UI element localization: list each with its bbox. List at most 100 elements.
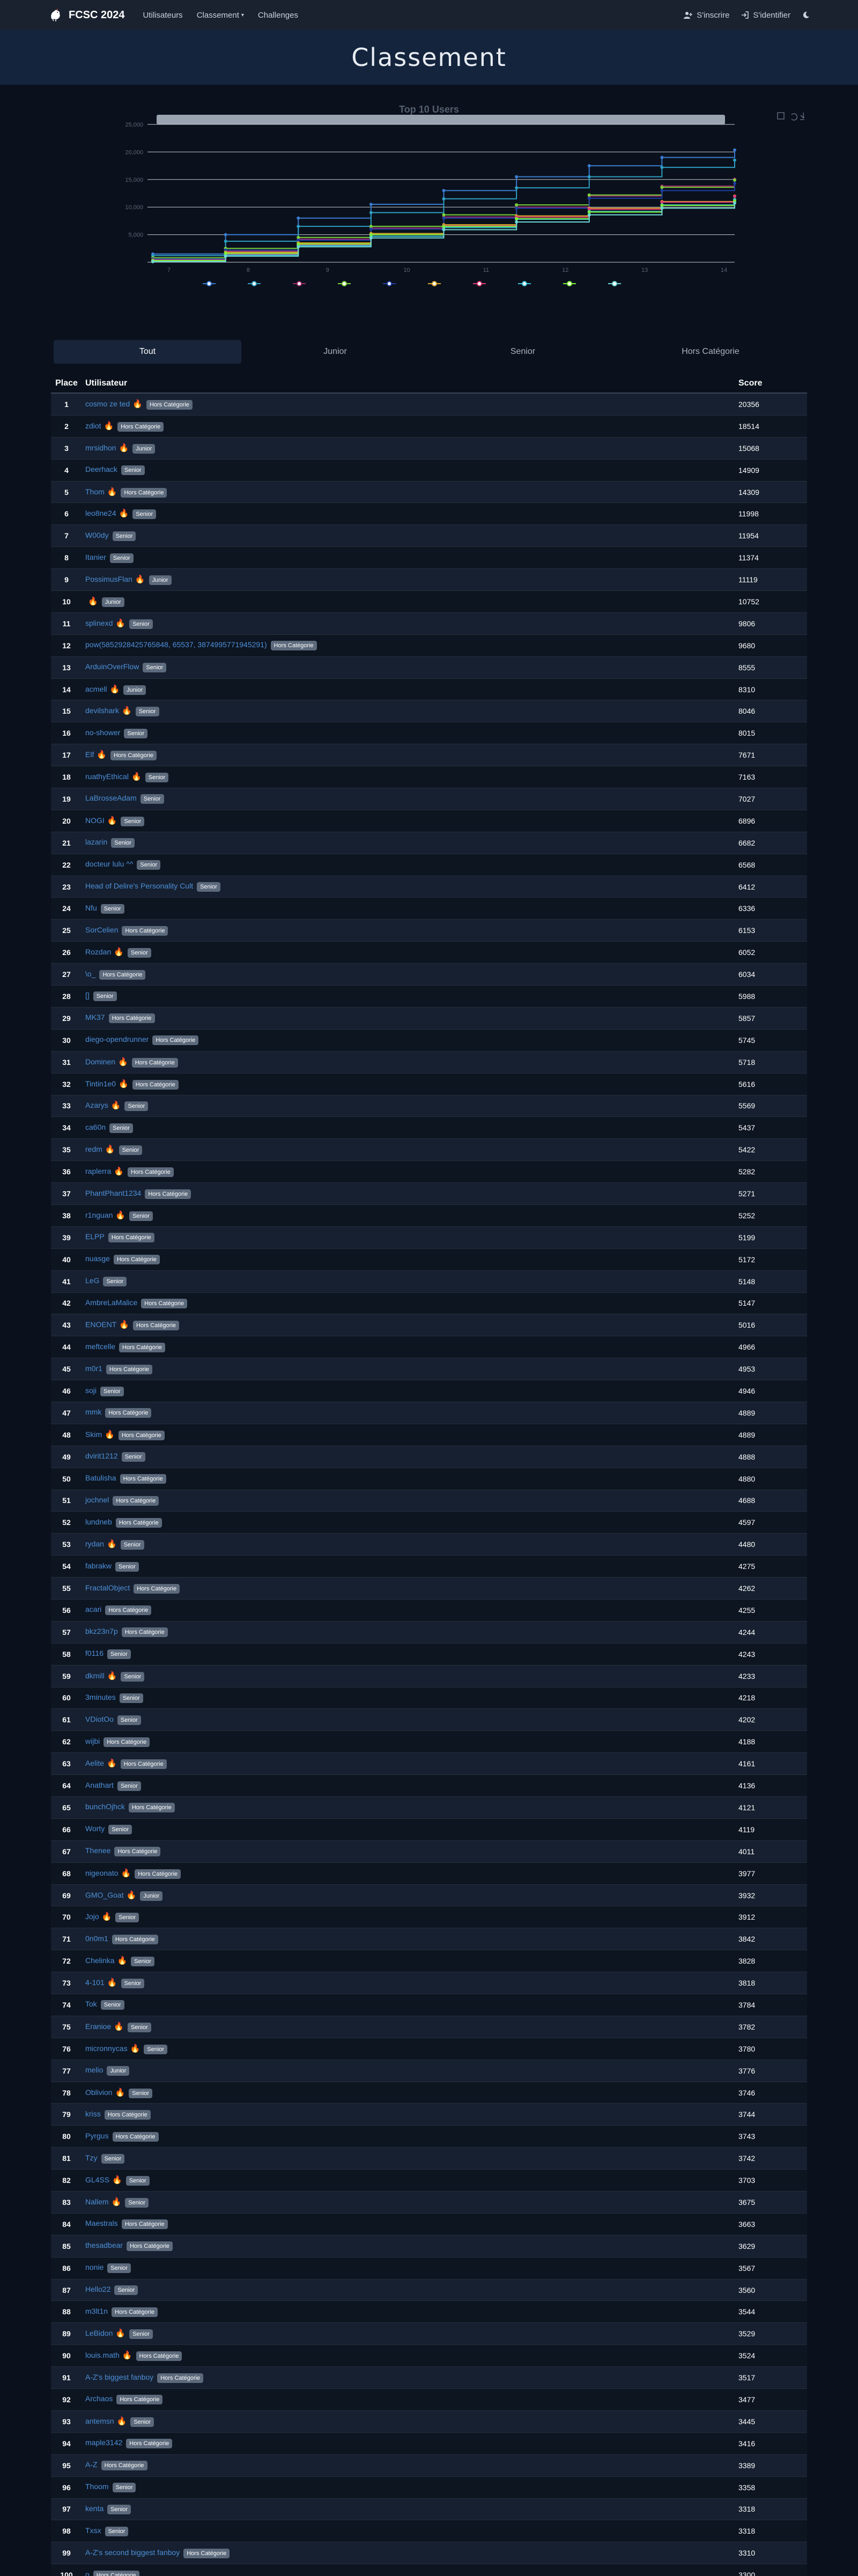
user-link[interactable]: micronnycas	[85, 2044, 128, 2053]
nav-challenges-link[interactable]: Challenges	[258, 11, 298, 20]
data-point[interactable]	[587, 213, 591, 217]
data-point[interactable]	[297, 225, 300, 228]
data-point[interactable]	[660, 186, 664, 189]
user-link[interactable]: Nfu	[85, 904, 97, 912]
user-link[interactable]: antemsn	[85, 2417, 114, 2425]
user-link[interactable]: ELPP	[85, 1232, 105, 1241]
user-link[interactable]: no-shower	[85, 728, 120, 737]
user-link[interactable]: ENOENT	[85, 1320, 116, 1329]
user-link[interactable]: 3minutes	[85, 1693, 116, 1701]
user-link[interactable]: maple3142	[85, 2438, 122, 2447]
data-point[interactable]	[515, 203, 519, 207]
user-link[interactable]: Deerhack	[85, 465, 117, 473]
data-point[interactable]	[733, 201, 736, 205]
data-point[interactable]	[442, 225, 446, 228]
user-link[interactable]: pow(5852928425765848, 65537, 38749957719…	[85, 640, 267, 649]
user-link[interactable]: LeG	[85, 1276, 99, 1285]
data-point[interactable]	[224, 251, 227, 255]
user-link[interactable]: devilshark	[85, 706, 119, 715]
user-link[interactable]: ArduinOverFlow	[85, 662, 139, 671]
user-link[interactable]: docteur lulu ^^	[85, 860, 133, 868]
user-link[interactable]: Elf	[85, 750, 94, 759]
user-link[interactable]: f0116	[85, 1649, 103, 1657]
user-link[interactable]: PossimusFlan	[85, 575, 132, 583]
download-icon[interactable]	[800, 113, 804, 120]
data-point[interactable]	[369, 225, 373, 228]
user-link[interactable]: Archaos	[85, 2394, 113, 2403]
user-link[interactable]: Rozdan	[85, 948, 111, 956]
data-point[interactable]	[660, 206, 664, 210]
data-point[interactable]	[515, 186, 519, 190]
user-link[interactable]: fabrakw	[85, 1561, 112, 1570]
user-link[interactable]: rydan	[85, 1539, 104, 1548]
data-point[interactable]	[587, 196, 591, 200]
user-link[interactable]: PhantPhant1234	[85, 1189, 141, 1197]
user-link[interactable]: bkz23n7p	[85, 1627, 118, 1635]
user-link[interactable]: Maestrals	[85, 2219, 118, 2227]
data-point[interactable]	[224, 233, 227, 236]
restore-icon[interactable]	[791, 113, 798, 121]
login-link[interactable]: S'identifier	[741, 11, 790, 20]
tab-all[interactable]: Tout	[54, 340, 241, 364]
data-point[interactable]	[297, 235, 300, 239]
data-point[interactable]	[369, 203, 373, 206]
user-link[interactable]: dkmill	[85, 1671, 105, 1680]
user-link[interactable]: A-Z	[85, 2460, 98, 2469]
user-link[interactable]: nonie	[85, 2263, 103, 2271]
zoom-icon[interactable]	[777, 112, 785, 120]
user-link[interactable]: zdiot	[85, 421, 101, 430]
data-point[interactable]	[515, 175, 519, 179]
data-point[interactable]	[733, 181, 736, 185]
user-link[interactable]: SorCelien	[85, 926, 118, 934]
user-link[interactable]: LeBidon	[85, 2329, 113, 2337]
data-point[interactable]	[369, 211, 373, 214]
tab-hors-categorie[interactable]: Hors Catégorie	[617, 340, 804, 364]
data-point[interactable]	[224, 239, 227, 243]
data-point[interactable]	[587, 193, 591, 197]
data-point[interactable]	[587, 210, 591, 214]
data-point[interactable]	[660, 204, 664, 208]
user-link[interactable]: meftcelle	[85, 1342, 115, 1351]
user-link[interactable]: bunchOjhck	[85, 1802, 125, 1811]
data-point[interactable]	[660, 166, 664, 169]
user-link[interactable]: NOGI	[85, 816, 105, 825]
data-point[interactable]	[224, 254, 227, 258]
chart-zoom-slider[interactable]	[157, 115, 725, 124]
user-link[interactable]: GMO_Goat	[85, 1891, 124, 1899]
data-point[interactable]	[587, 175, 591, 179]
data-point[interactable]	[660, 156, 664, 159]
user-link[interactable]: A-Z's second biggest fanboy	[85, 2548, 180, 2557]
data-point[interactable]	[442, 197, 446, 201]
user-link[interactable]: kenta	[85, 2504, 103, 2513]
user-link[interactable]: m0r1	[85, 1364, 102, 1373]
user-link[interactable]: Azarys	[85, 1101, 108, 1109]
user-link[interactable]: thesadbear	[85, 2241, 123, 2249]
user-link[interactable]: 0n0m1	[85, 1934, 108, 1943]
user-link[interactable]: r1nguan	[85, 1211, 113, 1219]
data-point[interactable]	[515, 220, 519, 224]
user-link[interactable]: louis.math	[85, 2351, 120, 2359]
user-link[interactable]: lundneb	[85, 1518, 112, 1526]
user-link[interactable]: Pyrgus	[85, 2131, 109, 2140]
user-link[interactable]: Anathart	[85, 1781, 114, 1789]
user-link[interactable]: Tok	[85, 2000, 97, 2008]
theme-toggle[interactable]	[802, 11, 810, 19]
user-link[interactable]: LaBrosseAdam	[85, 794, 137, 802]
user-link[interactable]: kriss	[85, 2109, 101, 2118]
user-link[interactable]: Chelinka	[85, 1956, 114, 1965]
user-link[interactable]: nigeonato	[85, 1869, 119, 1877]
user-link[interactable]: Txsx	[85, 2526, 101, 2535]
user-link[interactable]: W00dy	[85, 531, 109, 539]
user-link[interactable]: mmk	[85, 1408, 101, 1416]
user-link[interactable]: o	[85, 2570, 90, 2576]
user-link[interactable]: Batulisha	[85, 1474, 116, 1482]
user-link[interactable]: diego-opendrunner	[85, 1035, 149, 1043]
user-link[interactable]: Nallem	[85, 2197, 109, 2206]
user-link[interactable]: Skim	[85, 1430, 102, 1439]
user-link[interactable]: A-Z's biggest fanboy	[85, 2373, 153, 2381]
user-link[interactable]: splinexd	[85, 619, 113, 627]
data-point[interactable]	[515, 217, 519, 220]
user-link[interactable]: melio	[85, 2066, 103, 2074]
data-point[interactable]	[733, 158, 736, 162]
data-point[interactable]	[297, 245, 300, 249]
